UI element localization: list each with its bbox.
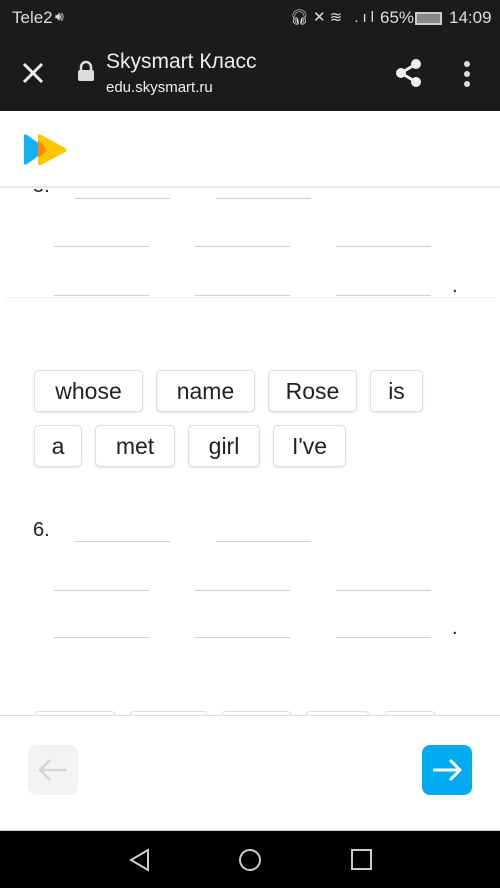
word-chip[interactable]: name xyxy=(156,370,255,412)
volume-icon: 🔊︎ xyxy=(55,8,64,24)
word-chip[interactable]: a xyxy=(34,425,82,467)
clock: 14:09 xyxy=(449,8,492,27)
skysmart-logo[interactable] xyxy=(22,133,68,167)
answer-blank[interactable] xyxy=(195,295,290,296)
browser-toolbar: Skysmart Класс edu.skysmart.ru xyxy=(0,37,500,111)
answer-blank[interactable] xyxy=(216,541,311,542)
question-number: 5. xyxy=(33,189,50,198)
answer-blank[interactable] xyxy=(75,198,170,199)
previous-button[interactable] xyxy=(28,745,78,795)
answer-blank[interactable] xyxy=(195,637,290,638)
arrow-left-icon xyxy=(38,759,66,781)
back-icon[interactable] xyxy=(128,848,152,872)
word-chip[interactable]: girl xyxy=(188,425,260,467)
answer-blank[interactable] xyxy=(54,295,149,296)
answer-blank[interactable] xyxy=(336,246,431,247)
battery-icon xyxy=(415,12,442,25)
site-header xyxy=(0,111,500,188)
answer-blank[interactable] xyxy=(336,637,431,638)
answer-blank[interactable] xyxy=(54,637,149,638)
page-title: Skysmart Класс xyxy=(106,50,257,73)
answer-blank[interactable] xyxy=(54,246,149,247)
exercise-content: 5. . whose name Rose is a met girl I've … xyxy=(0,189,500,715)
word-chip[interactable]: I've xyxy=(273,425,346,467)
answer-blank[interactable] xyxy=(75,541,170,542)
question-number: 6. xyxy=(33,519,50,541)
sentence-period: . xyxy=(452,275,458,297)
page-url: edu.skysmart.ru xyxy=(106,79,213,96)
share-icon[interactable] xyxy=(394,58,424,88)
sentence-period: . xyxy=(452,617,458,639)
word-chip[interactable]: met xyxy=(95,425,175,467)
next-button[interactable] xyxy=(422,745,472,795)
answer-blank[interactable] xyxy=(54,590,149,591)
close-icon[interactable] xyxy=(22,62,44,84)
answer-blank[interactable] xyxy=(195,590,290,591)
lock-icon xyxy=(78,60,94,81)
navigation-footer xyxy=(0,715,500,830)
status-icons: 🎧︎✕︎≋ .ıl xyxy=(290,9,379,26)
divider xyxy=(6,297,494,298)
status-bar: Tele2 🔊︎ 🎧︎✕︎≋ .ıl 65% 14:09 xyxy=(0,0,500,37)
answer-blank[interactable] xyxy=(336,295,431,296)
answer-blank[interactable] xyxy=(336,590,431,591)
word-chip[interactable]: Rose xyxy=(268,370,357,412)
arrow-right-icon xyxy=(433,758,463,782)
home-icon[interactable] xyxy=(238,848,262,872)
recents-icon[interactable] xyxy=(350,848,374,872)
android-nav-bar xyxy=(0,830,500,888)
answer-blank[interactable] xyxy=(195,246,290,247)
answer-blank[interactable] xyxy=(216,198,311,199)
battery-percent: 65% xyxy=(380,8,415,27)
more-options-icon[interactable] xyxy=(462,60,472,88)
word-chip[interactable]: is xyxy=(370,370,423,412)
carrier: Tele2 xyxy=(12,8,53,27)
word-chip[interactable]: whose xyxy=(34,370,143,412)
